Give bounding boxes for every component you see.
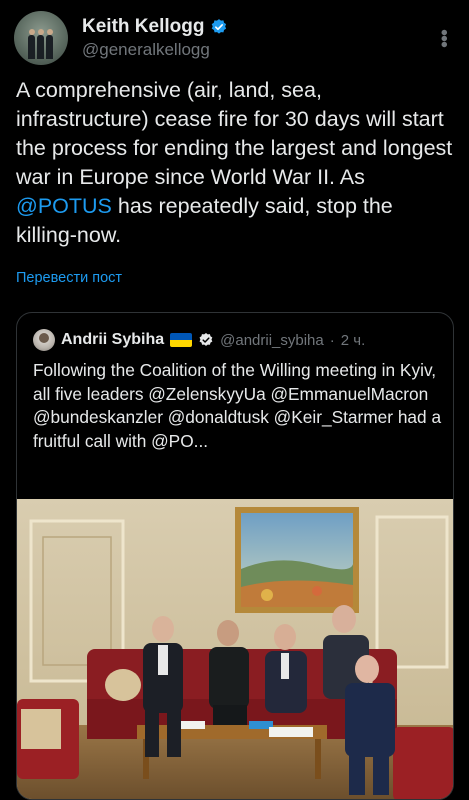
tweet-text: A comprehensive (air, land, sea, infrast…: [16, 76, 456, 250]
quoted-text: Following the Coalition of the Willing m…: [33, 360, 442, 451]
quoted-photo[interactable]: [17, 499, 454, 800]
mention-link[interactable]: @POTUS: [16, 194, 112, 218]
tweet-header: Keith Kellogg @generalkellogg •••: [14, 10, 455, 66]
quoted-timestamp[interactable]: 2 ч.: [341, 332, 366, 349]
author-handle[interactable]: @generalkellogg: [82, 40, 431, 60]
quoted-tweet-card[interactable]: Andrii Sybiha @andrii_sybiha · 2 ч. Foll…: [16, 312, 454, 800]
quoted-separator: ·: [329, 331, 335, 349]
translate-post-link[interactable]: Перевести пост: [16, 270, 122, 286]
author-info: Keith Kellogg @generalkellogg: [82, 16, 431, 60]
more-options-icon[interactable]: •••: [431, 26, 455, 50]
quoted-handle[interactable]: @andrii_sybiha: [220, 332, 324, 349]
ukraine-flag-icon: [170, 333, 193, 347]
author-display-name[interactable]: Keith Kellogg: [82, 16, 204, 38]
tweet-text-before: A comprehensive (air, land, sea, infrast…: [16, 78, 453, 189]
quoted-author-avatar[interactable]: [33, 329, 55, 351]
quoted-verified-badge-icon: [199, 333, 213, 346]
quoted-header: Andrii Sybiha @andrii_sybiha · 2 ч.: [33, 329, 365, 351]
author-avatar[interactable]: [14, 11, 68, 65]
verified-badge-icon: [212, 19, 227, 34]
quoted-display-name[interactable]: Andrii Sybiha: [61, 331, 164, 349]
